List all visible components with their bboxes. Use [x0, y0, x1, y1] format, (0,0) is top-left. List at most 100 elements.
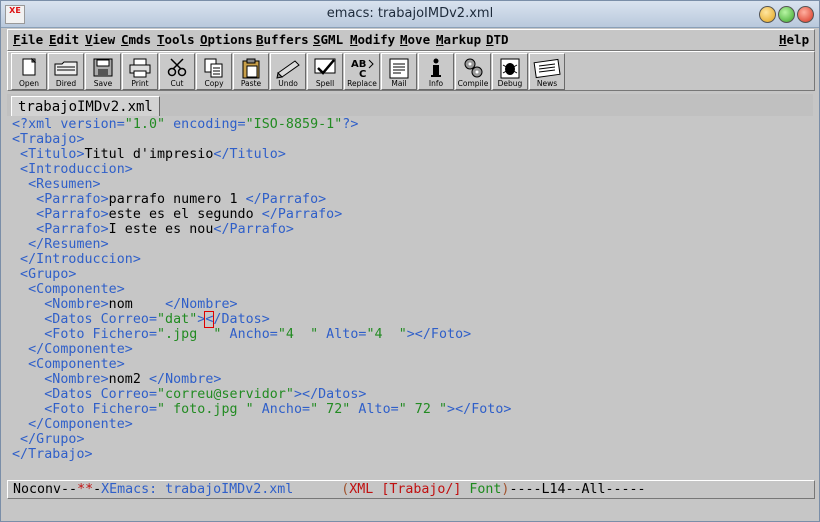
code-token: parrafo numero 1	[108, 192, 246, 207]
code-line[interactable]: </Componente>	[12, 342, 133, 357]
code-token: ></Datos>	[293, 387, 367, 402]
window-title: emacs: trabajoIMDv2.xml	[326, 6, 494, 21]
code-token: nom	[108, 297, 166, 312]
menu-tools[interactable]: Tools	[157, 32, 195, 47]
menu-file[interactable]: File	[13, 32, 43, 47]
maximize-button[interactable]	[778, 6, 795, 23]
dired-button[interactable]: Dired	[48, 53, 84, 90]
info-button[interactable]: Info	[418, 53, 454, 90]
code-token: <Parrafo>	[12, 207, 109, 222]
code-line[interactable]: <Grupo>	[12, 267, 76, 282]
menu-move[interactable]: Move	[400, 32, 430, 47]
code-line[interactable]: <Parrafo>este es el segundo </Parrafo>	[12, 207, 342, 222]
copy-icon	[204, 58, 223, 78]
debug-button[interactable]: Debug	[492, 53, 528, 90]
code-line[interactable]: <Foto Fichero=" foto.jpg " Ancho=" 72" A…	[12, 402, 511, 417]
toolbar-button-label: Save	[93, 79, 113, 88]
toolbar-button-label: Copy	[204, 79, 224, 88]
code-line[interactable]: </Componente>	[12, 417, 133, 432]
menu-view[interactable]: View	[85, 32, 115, 47]
replace-button[interactable]: AB C Replace	[344, 53, 380, 90]
mode-line-segment: XML	[349, 482, 382, 497]
code-token: </Titulo>	[213, 147, 286, 162]
menu-buffers[interactable]: Buffers	[256, 32, 309, 47]
code-token: </Introduccion>	[12, 252, 141, 267]
code-line[interactable]: <Componente>	[12, 357, 125, 372]
code-token: /Datos>	[213, 312, 270, 327]
code-token: <Datos Correo=	[12, 312, 157, 327]
compile-button[interactable]: Compile	[455, 53, 491, 90]
minibuffer[interactable]	[7, 499, 813, 519]
code-line[interactable]: <Nombre>nom </Nombre>	[12, 297, 238, 312]
code-line[interactable]: <Componente>	[12, 282, 125, 297]
code-token: " 72 "	[398, 402, 448, 417]
menu-sgml[interactable]: SGML	[313, 32, 343, 47]
code-token: <Datos Correo=	[12, 387, 157, 402]
compile-icon	[464, 58, 483, 78]
code-line[interactable]: <Trabajo>	[12, 132, 85, 147]
code-token: "4 "	[277, 327, 319, 342]
title-bar[interactable]: XE emacs: trabajoIMDv2.xml	[1, 1, 819, 28]
toolbar-button-label: Mail	[391, 79, 407, 88]
menu-modify[interactable]: Modify	[350, 32, 395, 47]
menu-markup[interactable]: Markup	[436, 32, 481, 47]
mode-line-segment: XEmacs: trabajoIMDv2.xml	[101, 482, 294, 497]
news-button[interactable]: News	[529, 53, 565, 90]
open-button[interactable]: Open	[11, 53, 47, 90]
code-token: <Grupo>	[12, 267, 77, 282]
menu-cmds[interactable]: Cmds	[121, 32, 151, 47]
mode-line[interactable]: Noconv--**-XEmacs: trabajoIMDv2.xml (XML…	[7, 480, 815, 499]
code-token: Alto=	[350, 402, 399, 417]
code-line[interactable]: </Trabajo>	[12, 447, 93, 462]
menu-edit[interactable]: Edit	[49, 32, 79, 47]
code-line[interactable]: <Foto Fichero=".jpg " Ancho="4 " Alto="4…	[12, 327, 471, 342]
editor-area[interactable]: <?xml version="1.0" encoding="ISO-8859-1…	[7, 116, 813, 478]
code-token: </Nombre>	[165, 297, 238, 312]
mail-button[interactable]: Mail	[381, 53, 417, 90]
buffer-tab-trabajo[interactable]: trabajoIMDv2.xml	[11, 96, 160, 117]
toolbar-button-label: Paste	[240, 79, 262, 88]
menu-dtd[interactable]: DTD	[486, 32, 509, 47]
code-token: <?xml version=	[12, 117, 125, 132]
code-line[interactable]: <Titulo>Titul d'impresio</Titulo>	[12, 147, 286, 162]
code-token: <Parrafo>	[12, 222, 109, 237]
code-line[interactable]: </Resumen>	[12, 237, 109, 252]
xemacs-window: XE emacs: trabajoIMDv2.xml File Edit View C…	[0, 0, 820, 522]
code-token: </Componente>	[12, 417, 133, 432]
code-token: </Componente>	[12, 342, 133, 357]
code-token: encoding=	[165, 117, 246, 132]
code-token: I este es nou	[108, 222, 214, 237]
close-button[interactable]	[797, 6, 814, 23]
toolbar-button-label: Info	[428, 79, 444, 88]
minimize-button[interactable]	[759, 6, 776, 23]
spell-button[interactable]: Spell	[307, 53, 343, 90]
code-token: </Nombre>	[148, 372, 222, 387]
code-line[interactable]: <Introduccion>	[12, 162, 133, 177]
code-line[interactable]: <Datos Correo="correu@servidor"></Datos>	[12, 387, 366, 402]
code-token: <Titulo>	[12, 147, 85, 162]
copy-button[interactable]: Copy	[196, 53, 232, 90]
code-line[interactable]: <Nombre>nom2 </Nombre>	[12, 372, 221, 387]
code-line[interactable]: <Resumen>	[12, 177, 101, 192]
code-token: <Nombre>	[12, 372, 109, 387]
menu-help[interactable]: Help	[779, 32, 809, 47]
mail-icon	[389, 58, 409, 79]
menu-options[interactable]: Options	[200, 32, 253, 47]
toolbar-button-label: Dired	[55, 79, 77, 88]
cut-icon	[167, 58, 187, 77]
code-line[interactable]: <?xml version="1.0" encoding="ISO-8859-1…	[12, 117, 358, 132]
cut-button[interactable]: Cut	[159, 53, 195, 90]
print-button[interactable]: Print	[122, 53, 158, 90]
undo-button[interactable]: Undo	[270, 53, 306, 90]
code-line[interactable]: </Introduccion>	[12, 252, 141, 267]
code-line[interactable]: <Datos Correo="dat"></Datos>	[12, 311, 270, 328]
save-button[interactable]: Save	[85, 53, 121, 90]
svg-text:C: C	[359, 69, 366, 79]
paste-button[interactable]: Paste	[233, 53, 269, 90]
code-line[interactable]: <Parrafo>parrafo numero 1 </Parrafo>	[12, 192, 326, 207]
code-token: <Componente>	[12, 357, 125, 372]
code-line[interactable]: <Parrafo>I este es nou</Parrafo>	[12, 222, 294, 237]
toolbar-button-label: Spell	[315, 79, 335, 88]
toolbar-button-label: Compile	[457, 79, 489, 88]
code-line[interactable]: </Grupo>	[12, 432, 85, 447]
